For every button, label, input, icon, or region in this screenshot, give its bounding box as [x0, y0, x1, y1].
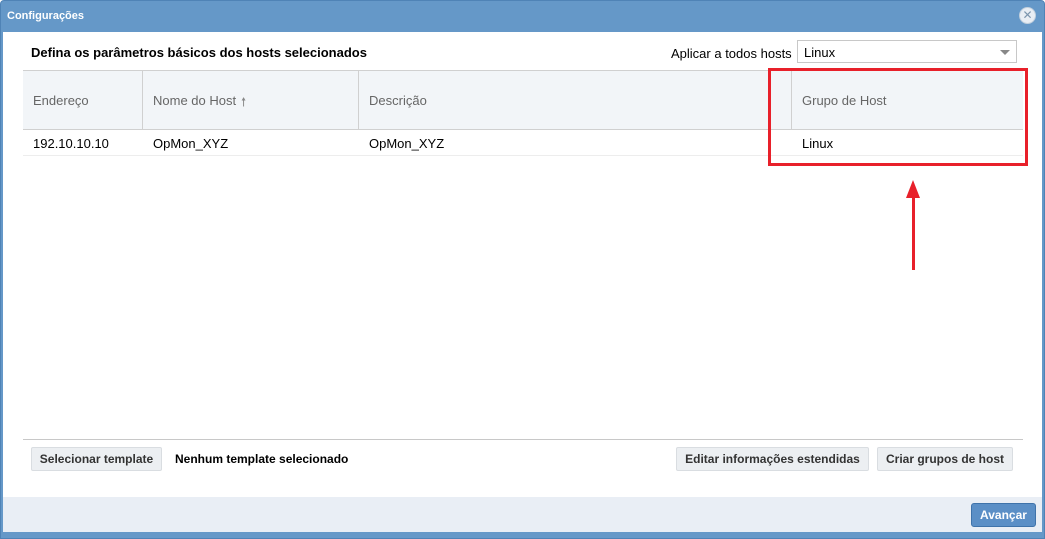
- column-header-host-name[interactable]: Nome do Host 🠕: [143, 71, 359, 129]
- close-icon[interactable]: ✕: [1019, 7, 1036, 24]
- cell-address: 192.10.10.10: [33, 136, 109, 151]
- dialog-title: Configurações: [7, 10, 85, 22]
- cell-description: OpMon_XYZ: [369, 136, 445, 151]
- apply-all-combobox[interactable]: Linux: [797, 40, 1017, 63]
- annotation-highlight-box: [768, 68, 1028, 166]
- dialog-footer: Avançar: [3, 497, 1042, 532]
- apply-all-label: Aplicar a todos hosts: [671, 46, 792, 61]
- edit-extended-info-button[interactable]: Editar informações estendidas: [676, 447, 869, 471]
- dialog-titlebar[interactable]: Configurações ✕: [1, 1, 1044, 32]
- column-header-address[interactable]: Endereço: [23, 71, 143, 129]
- chevron-down-icon[interactable]: [1000, 50, 1010, 55]
- next-button[interactable]: Avançar: [971, 503, 1036, 527]
- template-status: Nenhum template selecionado: [175, 452, 349, 466]
- apply-all-value: Linux: [804, 45, 836, 60]
- grid-divider: [23, 439, 1023, 440]
- panel-title: Defina os parâmetros básicos dos hosts s…: [31, 45, 367, 60]
- create-host-groups-button[interactable]: Criar grupos de host: [877, 447, 1013, 471]
- select-template-button[interactable]: Selecionar template: [31, 447, 162, 471]
- sort-ascending-icon: 🠕: [241, 95, 247, 109]
- annotation-arrow-line: [912, 196, 915, 270]
- cell-host-name: OpMon_XYZ: [153, 136, 229, 151]
- column-header-description[interactable]: Descrição: [359, 71, 792, 129]
